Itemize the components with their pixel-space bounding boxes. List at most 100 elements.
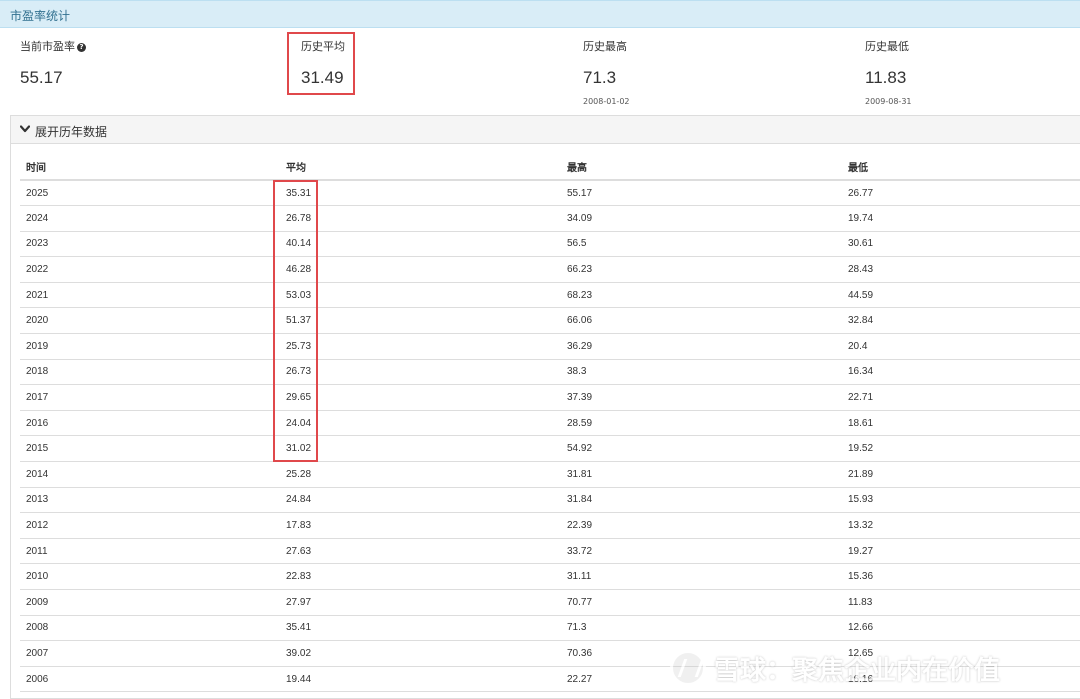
stat-value: 55.17 (20, 68, 63, 87)
cell-high: 33.72 (561, 538, 842, 565)
cell-year: 2009 (20, 589, 280, 616)
cell-low: 18.61 (842, 410, 1080, 437)
cell-high: 56.5 (561, 231, 842, 258)
cell-year: 2017 (20, 384, 280, 411)
cell-year: 2018 (20, 359, 280, 386)
cell-low: 26.77 (842, 180, 1080, 207)
stat-label: 历史最高 (583, 40, 627, 53)
cell-average: 27.97 (280, 589, 561, 616)
cell-low: 15.36 (842, 563, 1080, 590)
column-header-high: 最高 (561, 153, 842, 181)
cell-year: 2014 (20, 461, 280, 488)
cell-year: 2019 (20, 333, 280, 360)
table-row: 2022 46.28 66.23 28.43 (20, 256, 1080, 283)
cell-average: 39.02 (280, 640, 561, 667)
stat-historical-high: 历史最高 71.3 2008-01-02 (583, 38, 630, 106)
stat-current-pe: 当前市盈率? 55.17 (20, 38, 86, 88)
watermark-text: 雪球：聚焦企业内在价值 (714, 655, 1001, 686)
cell-high: 66.06 (561, 307, 842, 335)
cell-low: 16.34 (842, 359, 1080, 386)
cell-low: 30.61 (842, 231, 1080, 258)
cell-year: 2020 (20, 307, 280, 335)
table-row: 2011 27.63 33.72 19.27 (20, 538, 1080, 565)
cell-low: 19.74 (842, 205, 1080, 232)
cell-average: 25.73 (280, 333, 561, 360)
cell-year: 2010 (20, 563, 280, 590)
cell-low: 21.89 (842, 461, 1080, 488)
table-row: 2010 22.83 31.11 15.36 (20, 563, 1080, 590)
cell-low: 44.59 (842, 282, 1080, 309)
cell-low: 15.93 (842, 487, 1080, 514)
cell-year: 2025 (20, 180, 280, 207)
cell-year: 2011 (20, 538, 280, 565)
cell-average: 29.65 (280, 384, 561, 411)
table-row: 2012 17.83 22.39 13.32 (20, 512, 1080, 539)
cell-average: 25.28 (280, 461, 561, 488)
cell-high: 22.39 (561, 512, 842, 539)
cell-high: 38.3 (561, 359, 842, 386)
cell-low: 32.84 (842, 307, 1080, 335)
panel-toggle[interactable]: 展开历年数据 (11, 116, 1080, 144)
help-icon[interactable]: ? (77, 43, 86, 52)
cell-year: 2021 (20, 282, 280, 309)
stat-value: 11.83 (865, 68, 907, 87)
stat-label: 当前市盈率 (20, 40, 75, 53)
cell-year: 2007 (20, 640, 280, 667)
table-row: 2013 24.84 31.84 15.93 (20, 487, 1080, 514)
table-row: 2023 40.14 56.5 30.61 (20, 231, 1080, 258)
column-header-time: 时间 (20, 153, 280, 181)
cell-high: 31.11 (561, 563, 842, 590)
column-header-average: 平均 (280, 153, 561, 181)
section-title: 市盈率统计 (10, 9, 71, 23)
cell-high: 31.84 (561, 487, 842, 514)
cell-low: 22.71 (842, 384, 1080, 411)
cell-average: 35.31 (280, 180, 561, 207)
cell-average: 46.28 (280, 256, 561, 283)
cell-high: 28.59 (561, 410, 842, 437)
cell-average: 26.73 (280, 359, 561, 386)
table-row: 2009 27.97 70.77 11.83 (20, 589, 1080, 616)
table-row: 2018 26.73 38.3 16.34 (20, 359, 1080, 386)
table-header-row: 时间 平均 最高 最低 (20, 153, 1080, 181)
cell-year: 2012 (20, 512, 280, 539)
table-row: 2017 29.65 37.39 22.71 (20, 384, 1080, 411)
cell-year: 2022 (20, 256, 280, 283)
table-row: 2016 24.04 28.59 18.61 (20, 410, 1080, 437)
table-row: 2014 25.28 31.81 21.89 (20, 461, 1080, 488)
cell-year: 2024 (20, 205, 280, 232)
cell-average: 24.84 (280, 487, 561, 514)
cell-year: 2023 (20, 231, 280, 258)
cell-average: 22.83 (280, 563, 561, 590)
cell-low: 11.83 (842, 589, 1080, 616)
cell-year: 2013 (20, 487, 280, 514)
cell-average: 53.03 (280, 282, 561, 309)
watermark: 雪球：聚焦企业内在价值 (670, 648, 1000, 688)
cell-high: 36.29 (561, 333, 842, 360)
stat-date: 2008-01-02 (583, 97, 630, 106)
cell-low: 19.52 (842, 435, 1080, 463)
column-header-low: 最低 (842, 153, 1080, 181)
table-row: 2024 26.78 34.09 19.74 (20, 205, 1080, 232)
cell-high: 54.92 (561, 435, 842, 463)
cell-average: 26.78 (280, 205, 561, 232)
highlight-box-average-column (273, 180, 318, 462)
cell-low: 19.27 (842, 538, 1080, 565)
stat-label: 历史最低 (865, 40, 909, 53)
stat-date: 2009-08-31 (865, 97, 912, 106)
table-row: 2020 51.37 66.06 32.84 (20, 307, 1080, 335)
cell-average: 17.83 (280, 512, 561, 539)
table-row: 2019 25.73 36.29 20.4 (20, 333, 1080, 360)
cell-average: 40.14 (280, 231, 561, 258)
panel-title: 展开历年数据 (35, 125, 108, 139)
stat-value: 71.3 (583, 68, 617, 87)
cell-high: 66.23 (561, 256, 842, 283)
highlight-box-average (287, 32, 355, 95)
cell-average: 31.02 (280, 435, 561, 463)
table-row: 2008 35.41 71.3 12.66 (20, 615, 1080, 642)
xueqiu-logo-icon (670, 650, 706, 686)
section-header: 市盈率统计 (0, 0, 1080, 28)
cell-low: 12.66 (842, 615, 1080, 642)
cell-year: 2008 (20, 615, 280, 642)
table-row: 2015 31.02 54.92 19.52 (20, 435, 1080, 463)
cell-high: 31.81 (561, 461, 842, 488)
